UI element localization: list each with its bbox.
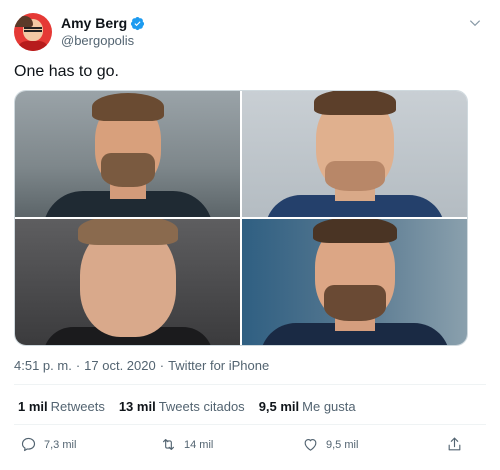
action-bar: 7,3 mil 14 mil 9,5 mil — [14, 433, 486, 457]
tweet-header: Amy Berg @bergopolis — [14, 12, 486, 52]
avatar-glasses — [24, 27, 42, 32]
stat-label: Tweets citados — [158, 399, 245, 414]
photo-4-hair — [312, 219, 397, 243]
tweet-source[interactable]: Twitter for iPhone — [168, 358, 269, 373]
stat-likes[interactable]: 9,5 mil Me gusta — [259, 399, 356, 414]
share-button[interactable] — [446, 436, 470, 453]
photo-3[interactable] — [15, 219, 240, 345]
avatar-hair — [14, 16, 33, 27]
photo-2-hair — [313, 91, 396, 115]
photo-1[interactable] — [15, 91, 240, 217]
tweet-text: One has to go. — [14, 63, 119, 80]
photo-3-hair — [77, 219, 178, 245]
like-count: 9,5 mil — [326, 438, 359, 451]
reply-button[interactable]: 7,3 mil — [20, 436, 76, 453]
retweet-count: 14 mil — [184, 438, 214, 451]
stat-count: 1 mil — [18, 399, 48, 414]
photo-2-beard — [324, 161, 385, 191]
verified-badge-icon — [131, 16, 145, 31]
avatar[interactable] — [14, 13, 52, 51]
photo-1-beard — [100, 153, 155, 187]
retweet-button[interactable]: 14 mil — [160, 436, 213, 453]
heart-icon — [304, 438, 317, 451]
tweet-date[interactable]: 17 oct. 2020 — [84, 358, 156, 373]
photo-4[interactable] — [242, 219, 467, 345]
stat-count: 9,5 mil — [258, 399, 300, 414]
name-row: Amy Berg — [61, 15, 145, 32]
reply-icon — [21, 437, 36, 452]
tweet-time[interactable]: 4:51 p. m. — [14, 358, 72, 373]
stat-count: 13 mil — [118, 399, 156, 414]
photo-2[interactable] — [242, 91, 467, 217]
author-display-name[interactable]: Amy Berg — [61, 15, 127, 32]
stat-retweets[interactable]: 1 mil Retweets — [18, 399, 105, 414]
like-button[interactable]: 9,5 mil — [302, 436, 358, 453]
photo-4-beard — [323, 285, 386, 321]
meta-separator: · — [159, 358, 165, 373]
chevron-down-icon[interactable] — [468, 16, 482, 30]
divider — [14, 384, 486, 385]
tweet-stats: 1 mil Retweets 13 mil Tweets citados 9,5 m… — [18, 399, 356, 414]
photo-1-hair — [91, 93, 164, 121]
stat-label: Me gusta — [302, 399, 356, 414]
stat-label: Retweets — [50, 399, 105, 414]
reply-count: 7,3 mil — [44, 438, 77, 451]
avatar-shirt — [17, 41, 49, 51]
media-grid — [14, 90, 468, 346]
tweet-card: Amy Berg @bergopolis One has to go. 4:51… — [0, 0, 500, 470]
share-icon — [448, 437, 461, 451]
retweet-icon — [162, 438, 175, 451]
divider — [14, 424, 486, 425]
meta-separator: · — [75, 358, 81, 373]
tweet-meta: 4:51 p. m. · 17 oct. 2020 · Twitter for … — [14, 358, 269, 373]
author-handle[interactable]: @bergopolis — [61, 32, 145, 49]
stat-quote-tweets[interactable]: 13 mil Tweets citados — [119, 399, 245, 414]
author-names: Amy Berg @bergopolis — [61, 15, 145, 49]
